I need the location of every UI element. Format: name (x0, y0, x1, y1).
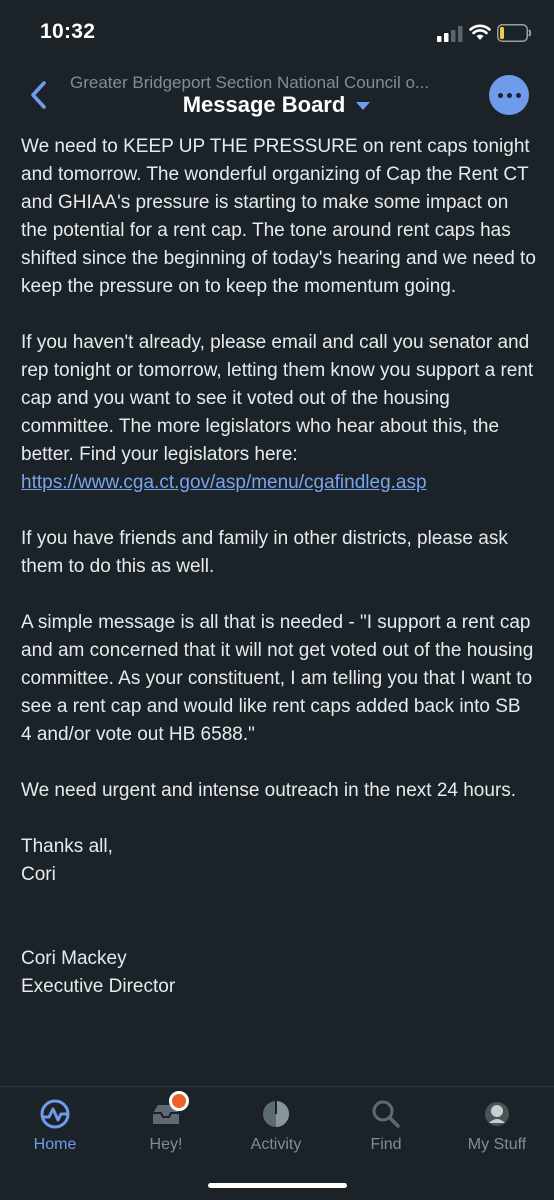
page-title: Message Board (182, 92, 346, 117)
signature-title: Executive Director (21, 976, 176, 997)
cellular-signal-icon (437, 26, 463, 42)
more-dot-icon (515, 92, 521, 98)
more-dot-icon (506, 92, 512, 98)
tab-label: My Stuff (467, 1136, 527, 1153)
message-paragraph: We need urgent and intense outreach in t… (21, 780, 517, 801)
message-paragraph: If you haven't already, please email and… (21, 332, 534, 465)
tab-label: Home (33, 1136, 77, 1153)
status-bar: 10:32 (0, 0, 554, 66)
tab-label: Hey! (149, 1136, 183, 1153)
tab-home[interactable]: Home (0, 1097, 110, 1159)
message-paragraph: If you have friends and family in other … (21, 528, 508, 577)
activity-pie-icon (263, 1101, 289, 1127)
tab-find[interactable]: Find (331, 1097, 441, 1159)
inbox-tray-icon (149, 1091, 189, 1131)
search-icon (372, 1100, 400, 1128)
legislators-link[interactable]: https://www.cga.ct.gov/asp/menu/cgafindl… (21, 472, 427, 493)
battery-icon (497, 24, 532, 42)
status-time: 10:32 (40, 20, 96, 43)
message-body: We need to KEEP UP THE PRESSURE on rent … (21, 133, 536, 1085)
more-options-button[interactable] (489, 75, 529, 115)
screen: 10:32 Greater Bridgeport Section Nationa… (0, 0, 554, 1200)
wifi-icon (469, 24, 491, 40)
tab-my-stuff[interactable]: My Stuff (442, 1097, 552, 1159)
home-indicator (208, 1183, 347, 1188)
tab-hey[interactable]: Hey! (111, 1091, 221, 1159)
title-dropdown[interactable]: Message Board (0, 92, 554, 118)
signoff-name: Cori (21, 864, 56, 885)
signature-name: Cori Mackey (21, 948, 127, 969)
message-paragraph: A simple message is all that is needed -… (21, 612, 534, 745)
header: Greater Bridgeport Section National Coun… (0, 66, 554, 124)
signoff-line: Thanks all, (21, 836, 113, 857)
tab-activity[interactable]: Activity (221, 1097, 331, 1159)
tab-label: Activity (250, 1136, 302, 1153)
chevron-down-icon (356, 102, 371, 110)
home-pulse-icon (40, 1099, 70, 1129)
tab-label: Find (370, 1136, 402, 1153)
avatar-icon (485, 1102, 509, 1126)
header-subtitle: Greater Bridgeport Section National Coun… (70, 73, 430, 92)
notification-badge (169, 1091, 189, 1111)
more-dot-icon (497, 92, 503, 98)
message-paragraph: We need to KEEP UP THE PRESSURE on rent … (21, 136, 536, 297)
